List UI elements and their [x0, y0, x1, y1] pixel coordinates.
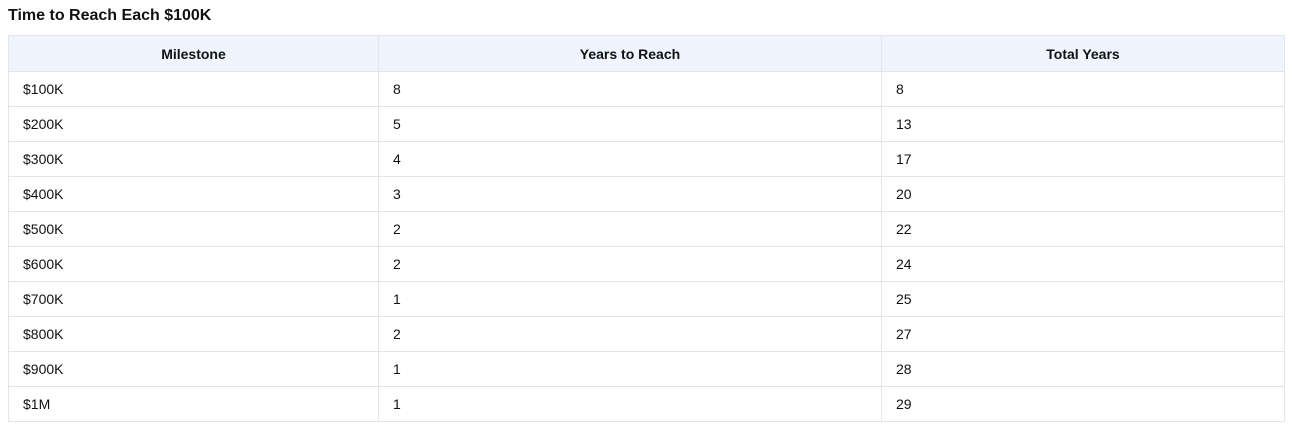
cell-milestone: $200K: [8, 106, 379, 142]
cell-years-to-reach: 1: [378, 281, 882, 317]
table-row: $800K 2 27: [8, 316, 1285, 352]
header-milestone: Milestone: [8, 35, 379, 72]
table-row: $300K 4 17: [8, 141, 1285, 177]
table-row: $1M 1 29: [8, 386, 1285, 422]
cell-years-to-reach: 5: [378, 106, 882, 142]
cell-total-years: 28: [881, 351, 1285, 387]
table-row: $100K 8 8: [8, 71, 1285, 107]
cell-total-years: 13: [881, 106, 1285, 142]
cell-years-to-reach: 1: [378, 386, 882, 422]
cell-years-to-reach: 3: [378, 176, 882, 212]
table-row: $700K 1 25: [8, 281, 1285, 317]
table-row: $900K 1 28: [8, 351, 1285, 387]
cell-milestone: $1M: [8, 386, 379, 422]
table-row: $200K 5 13: [8, 106, 1285, 142]
header-years-to-reach: Years to Reach: [378, 35, 882, 72]
cell-milestone: $400K: [8, 176, 379, 212]
cell-years-to-reach: 1: [378, 351, 882, 387]
cell-total-years: 27: [881, 316, 1285, 352]
cell-years-to-reach: 2: [378, 211, 882, 247]
cell-years-to-reach: 2: [378, 316, 882, 352]
table-body: $100K 8 8 $200K 5 13 $300K 4 17 $400K 3 …: [8, 71, 1285, 422]
table-row: $400K 3 20: [8, 176, 1285, 212]
table-title: Time to Reach Each $100K: [8, 7, 212, 24]
cell-milestone: $700K: [8, 281, 379, 317]
table-row: $600K 2 24: [8, 246, 1285, 282]
table-header: Milestone Years to Reach Total Years: [8, 35, 1285, 72]
cell-total-years: 29: [881, 386, 1285, 422]
cell-total-years: 25: [881, 281, 1285, 317]
cell-milestone: $500K: [8, 211, 379, 247]
cell-years-to-reach: 4: [378, 141, 882, 177]
cell-total-years: 24: [881, 246, 1285, 282]
cell-total-years: 20: [881, 176, 1285, 212]
cell-total-years: 8: [881, 71, 1285, 107]
header-total-years: Total Years: [881, 35, 1285, 72]
cell-years-to-reach: 2: [378, 246, 882, 282]
page: Time to Reach Each $100K Milestone Years…: [0, 0, 1292, 445]
cell-total-years: 17: [881, 141, 1285, 177]
cell-years-to-reach: 8: [378, 71, 882, 107]
cell-milestone: $900K: [8, 351, 379, 387]
cell-milestone: $600K: [8, 246, 379, 282]
milestones-table: Milestone Years to Reach Total Years $10…: [8, 35, 1285, 422]
table-row: $500K 2 22: [8, 211, 1285, 247]
cell-milestone: $300K: [8, 141, 379, 177]
header-row: Milestone Years to Reach Total Years: [8, 35, 1285, 72]
cell-milestone: $100K: [8, 71, 379, 107]
cell-total-years: 22: [881, 211, 1285, 247]
cell-milestone: $800K: [8, 316, 379, 352]
